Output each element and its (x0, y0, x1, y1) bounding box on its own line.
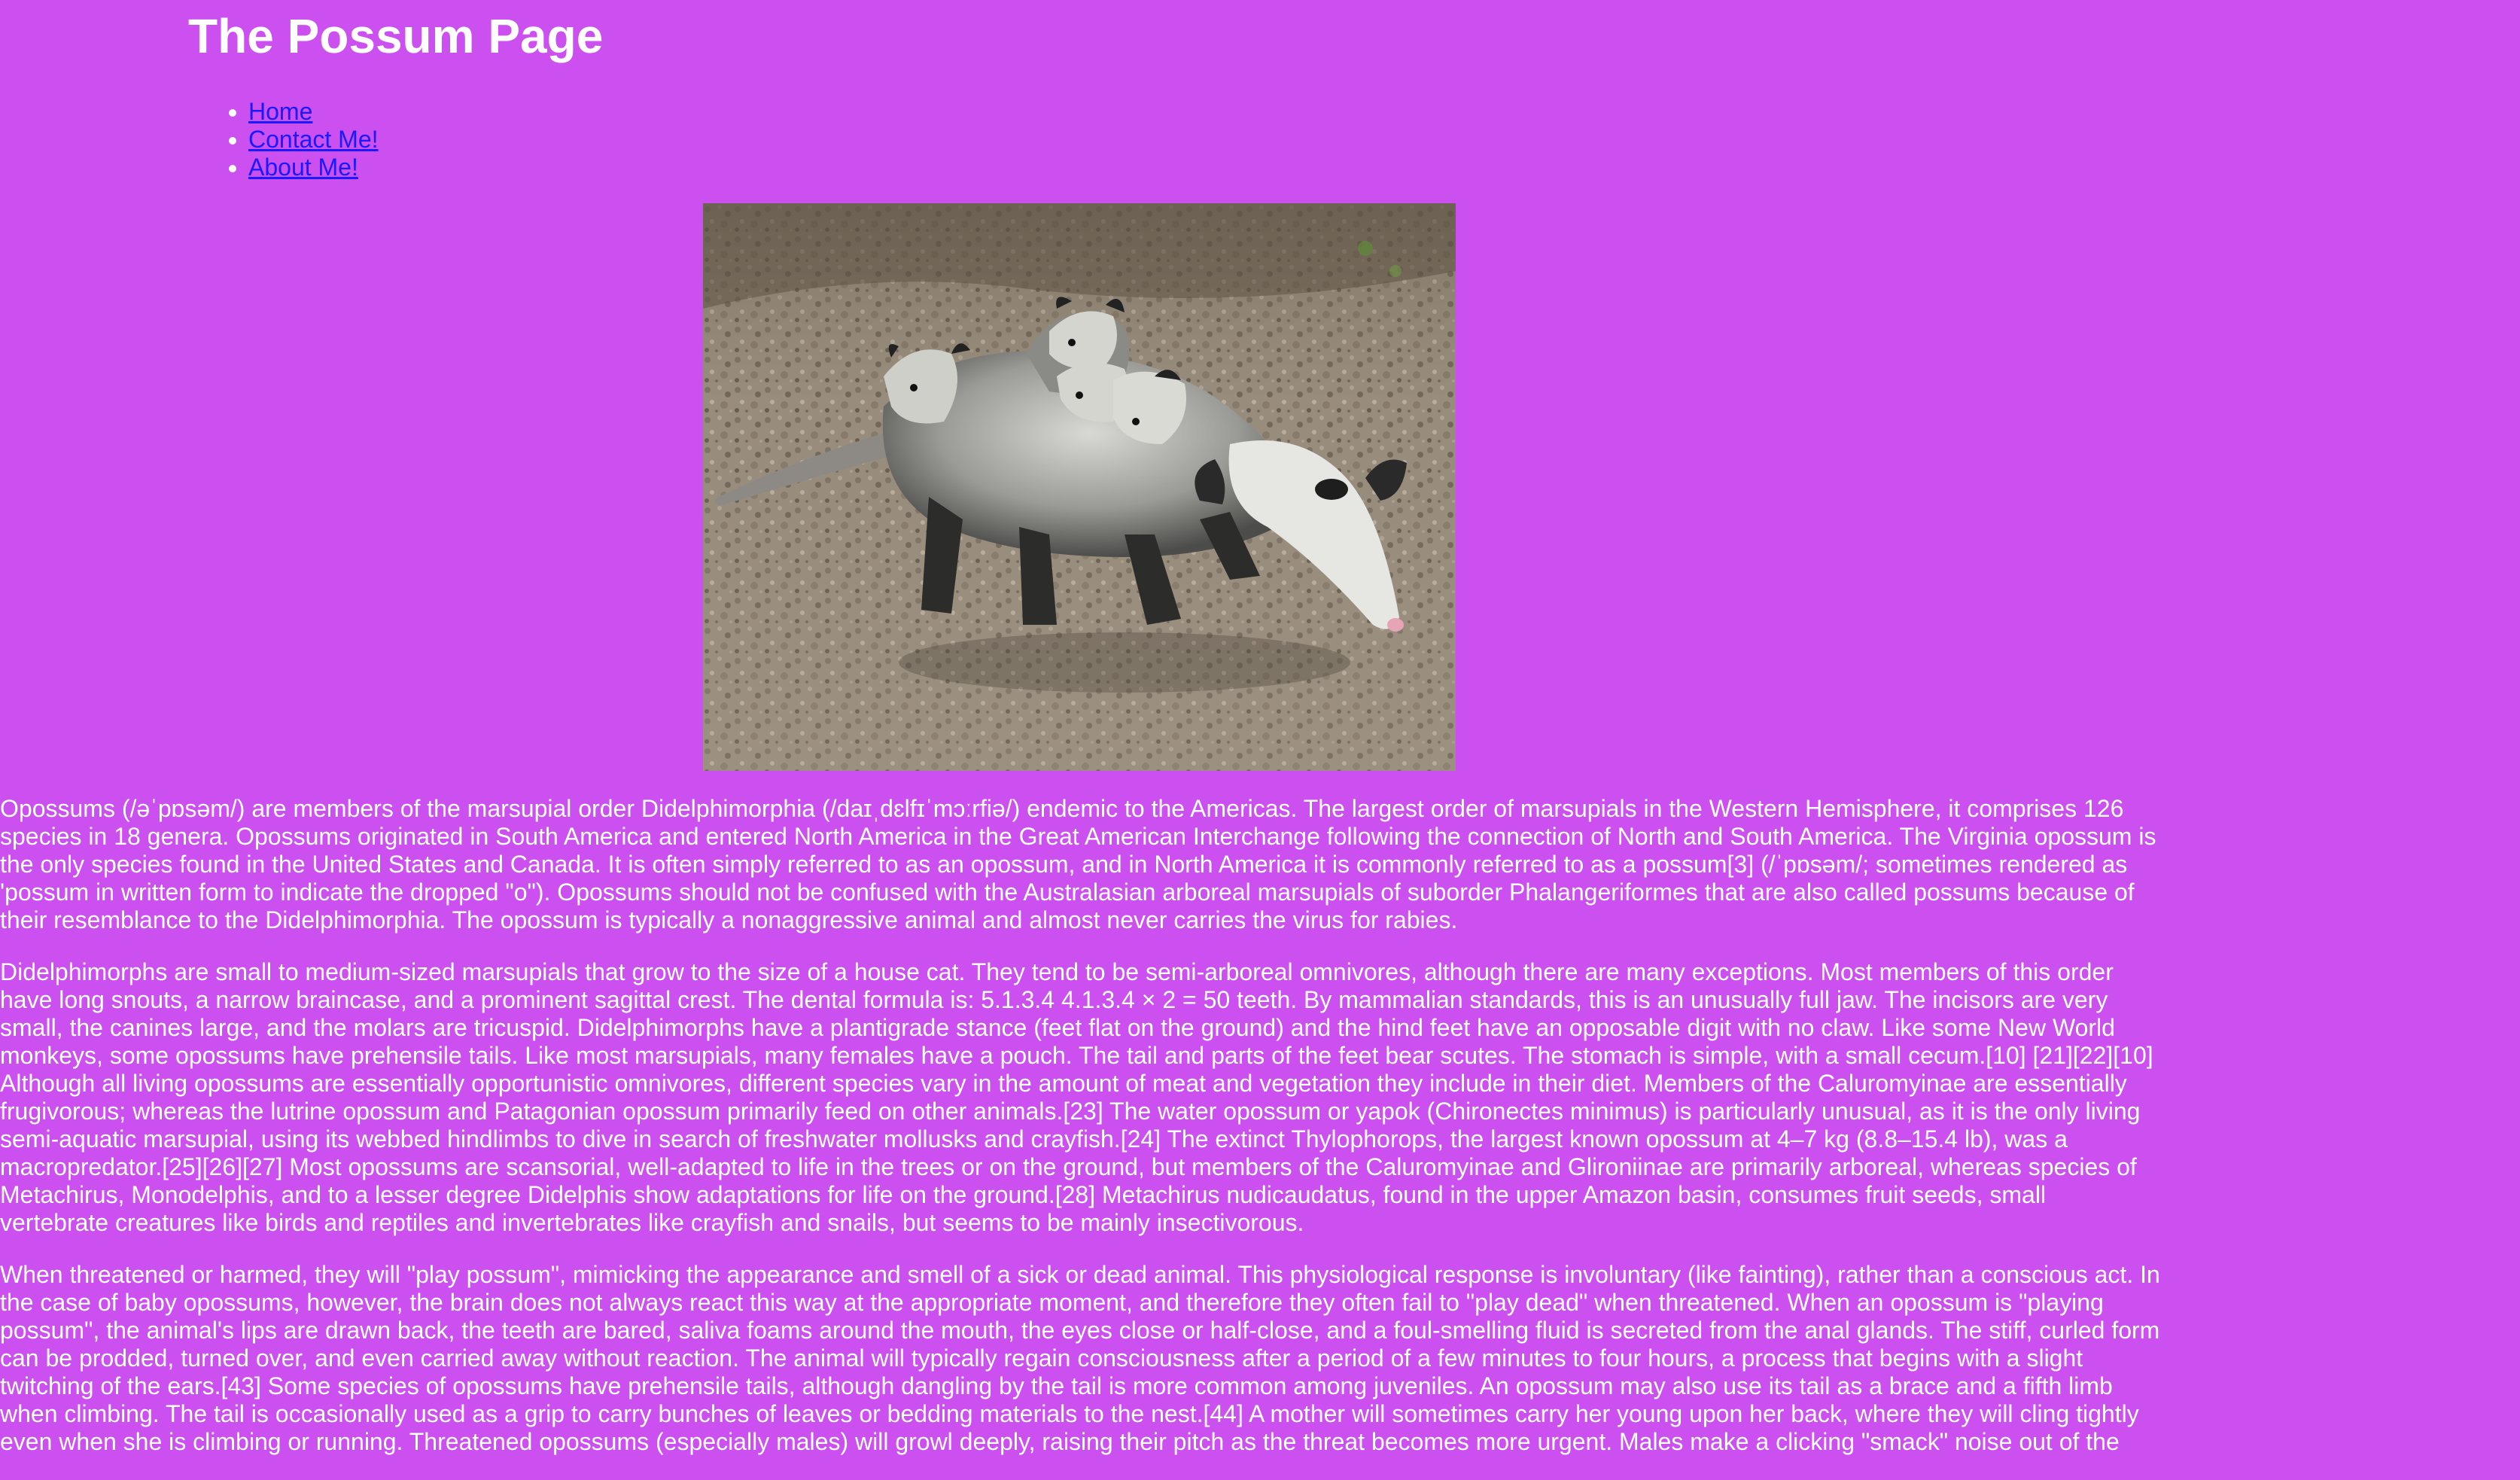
nav-link-about[interactable]: About Me! (248, 154, 358, 181)
paragraph-behavior: When threatened or harmed, they will "pl… (0, 1261, 2160, 1455)
opossum-photo-graphic (703, 203, 1456, 771)
nav-list: Home Contact Me! About Me! (188, 98, 2348, 181)
nav-link-contact[interactable]: Contact Me! (248, 126, 379, 153)
article-content: Opossums (/əˈpɒsəm/) are members of the … (0, 795, 2160, 1480)
nav-link-home[interactable]: Home (248, 98, 312, 125)
nav-item-home: Home (248, 98, 2348, 126)
nav-item-contact: Contact Me! (248, 126, 2348, 154)
paragraph-intro: Opossums (/əˈpɒsəm/) are members of the … (0, 795, 2156, 933)
paragraph-characteristics: Didelphimorphs are small to medium-sized… (0, 958, 2153, 1236)
page-container: The Possum Page Home Contact Me! About M… (188, 0, 2348, 181)
nav-item-about: About Me! (248, 154, 2348, 181)
page-title: The Possum Page (188, 9, 604, 63)
opossum-photo (703, 203, 1456, 771)
